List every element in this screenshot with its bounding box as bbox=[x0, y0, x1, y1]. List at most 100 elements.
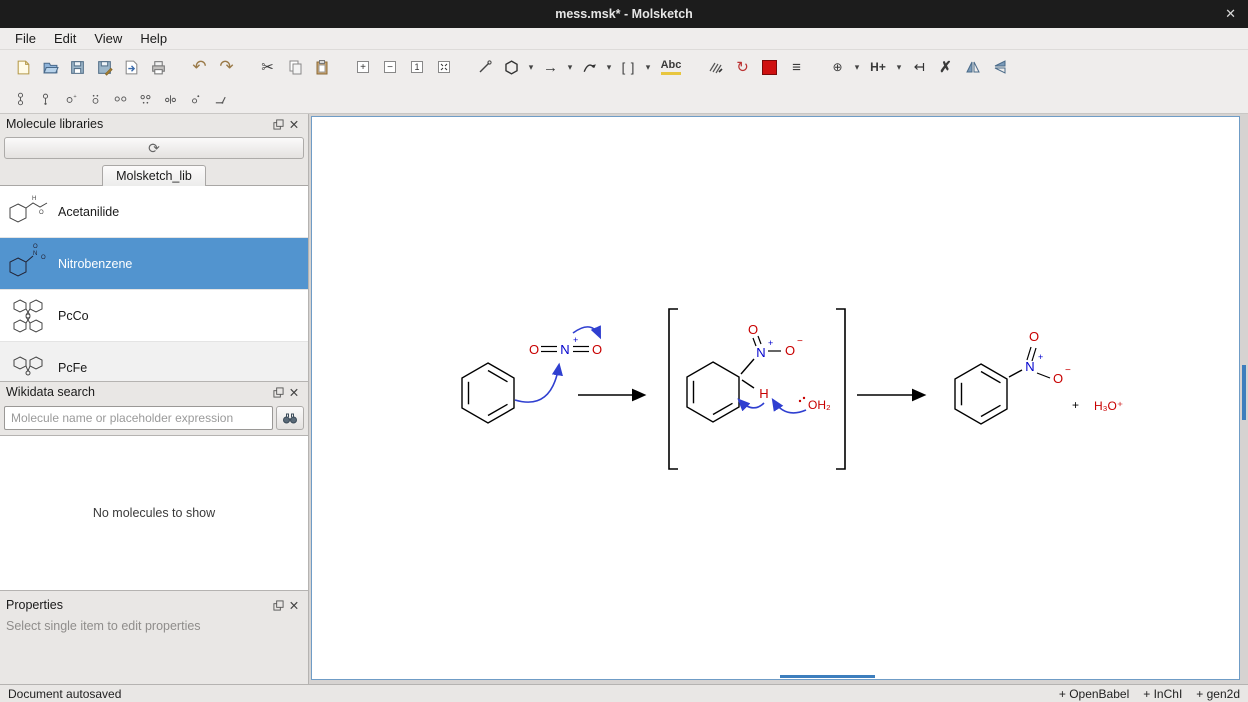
list-item-label: PcFe bbox=[58, 361, 87, 375]
color-button-icon[interactable] bbox=[756, 54, 783, 80]
radical-tool-icon[interactable] bbox=[183, 88, 208, 110]
close-dock-icon[interactable]: ✕ bbox=[286, 384, 302, 400]
svg-text:N: N bbox=[560, 342, 569, 357]
left-dock-area: Molecule libraries ✕ ⟳ Molsketch_lib HO … bbox=[0, 114, 309, 684]
svg-text:N: N bbox=[1025, 359, 1034, 374]
atom-dots-tool-icon[interactable] bbox=[133, 88, 158, 110]
binoculars-icon bbox=[282, 411, 298, 425]
zoom-in-icon[interactable]: + bbox=[349, 54, 376, 80]
mechanism-arrow[interactable] bbox=[773, 400, 806, 413]
svg-text:O: O bbox=[785, 343, 795, 358]
plugin-openbabel: + OpenBabel bbox=[1059, 687, 1129, 701]
delete-tool-icon[interactable]: ✗ bbox=[932, 54, 959, 80]
nitrobenzene-structure-icon: NOO bbox=[4, 240, 52, 288]
atom-chain-tool-icon[interactable] bbox=[33, 88, 58, 110]
molecule-libraries-header: Molecule libraries ✕ bbox=[0, 114, 308, 134]
list-item-pcco[interactable]: PcCo bbox=[0, 290, 308, 342]
atom-charge-tool-icon[interactable]: + bbox=[58, 88, 83, 110]
save-icon[interactable] bbox=[64, 54, 91, 80]
export-icon[interactable] bbox=[118, 54, 145, 80]
svg-text:1: 1 bbox=[414, 62, 419, 72]
draw-bond-icon[interactable] bbox=[471, 54, 498, 80]
two-atoms-tool-icon[interactable] bbox=[108, 88, 133, 110]
redo-icon[interactable]: ↷ bbox=[213, 54, 240, 80]
shift-tool-icon[interactable] bbox=[905, 54, 932, 80]
save-as-icon[interactable] bbox=[91, 54, 118, 80]
vertical-scrollbar-thumb[interactable] bbox=[1242, 365, 1246, 420]
zoom-original-icon[interactable]: 1 bbox=[403, 54, 430, 80]
svg-text:+: + bbox=[73, 94, 76, 100]
mechanism-arrow-dropdown-icon[interactable]: ▾ bbox=[603, 54, 615, 80]
horizontal-scrollbar-thumb[interactable] bbox=[780, 675, 875, 678]
window-close-icon[interactable]: ✕ bbox=[1225, 0, 1236, 28]
plus-sign: + bbox=[1072, 398, 1079, 412]
menu-file[interactable]: File bbox=[6, 29, 45, 48]
menu-view[interactable]: View bbox=[85, 29, 131, 48]
arenium-intermediate[interactable]: N + O O − H bbox=[687, 322, 803, 422]
no-molecules-text: No molecules to show bbox=[93, 506, 215, 520]
copy-icon[interactable] bbox=[281, 54, 308, 80]
list-item-nitrobenzene[interactable]: NOO Nitrobenzene bbox=[0, 238, 308, 290]
close-dock-icon[interactable]: ✕ bbox=[286, 597, 302, 613]
nitronium-ion[interactable]: O N O + bbox=[529, 335, 602, 357]
hydrogen-tool-icon[interactable]: H+ bbox=[863, 54, 893, 80]
charge-tool-icon[interactable]: ⊕ bbox=[824, 54, 851, 80]
flip-vertical-icon[interactable] bbox=[986, 54, 1013, 80]
cut-icon[interactable]: ✂ bbox=[254, 54, 281, 80]
nitrobenzene-product[interactable]: N + O O − bbox=[955, 329, 1071, 424]
svg-text:−: − bbox=[1065, 365, 1071, 376]
list-item-label: Acetanilide bbox=[58, 205, 119, 219]
refresh-library-button[interactable]: ⟳ bbox=[4, 137, 304, 159]
charge-tool-dropdown-icon[interactable]: ▾ bbox=[851, 54, 863, 80]
menu-help[interactable]: Help bbox=[131, 29, 176, 48]
float-dock-icon[interactable] bbox=[270, 597, 286, 613]
hatch-tool-icon[interactable] bbox=[702, 54, 729, 80]
water-molecule[interactable]: OH₂ bbox=[773, 397, 831, 413]
wikidata-search-header: Wikidata search ✕ bbox=[0, 382, 308, 402]
float-dock-icon[interactable] bbox=[270, 116, 286, 132]
drawing-canvas[interactable]: O N O + N bbox=[311, 116, 1240, 680]
plugin-inchi: + InChI bbox=[1143, 687, 1182, 701]
list-item-acetanilide[interactable]: HO Acetanilide bbox=[0, 186, 308, 238]
atom-pair-tool-icon[interactable] bbox=[8, 88, 33, 110]
ring-tool-icon[interactable] bbox=[498, 54, 525, 80]
close-dock-icon[interactable]: ✕ bbox=[286, 116, 302, 132]
mechanism-arrow[interactable] bbox=[515, 365, 559, 402]
reaction-arrow-tool-icon[interactable]: → bbox=[537, 54, 564, 80]
hydrogen-tool-dropdown-icon[interactable]: ▾ bbox=[893, 54, 905, 80]
undo-icon[interactable]: ↶ bbox=[186, 54, 213, 80]
new-document-icon[interactable] bbox=[10, 54, 37, 80]
search-button[interactable] bbox=[276, 406, 304, 430]
tab-molsketch-lib[interactable]: Molsketch_lib bbox=[102, 165, 206, 186]
bond-split-tool-icon[interactable] bbox=[158, 88, 183, 110]
float-dock-icon[interactable] bbox=[270, 384, 286, 400]
molecule-search-input[interactable] bbox=[4, 406, 273, 430]
pcfe-structure-icon bbox=[4, 344, 52, 383]
mechanism-arrow[interactable] bbox=[739, 400, 764, 408]
title-bar: mess.msk* - Molsketch ✕ bbox=[0, 0, 1248, 28]
open-file-icon[interactable] bbox=[37, 54, 64, 80]
benzene-molecule[interactable] bbox=[462, 363, 514, 423]
rotate-tool-icon[interactable]: ↻ bbox=[729, 54, 756, 80]
properties-hint: Select single item to edit properties bbox=[0, 615, 308, 637]
hydronium-ion[interactable]: H₃O⁺ bbox=[1094, 399, 1123, 413]
lone-pair-tool-icon[interactable] bbox=[83, 88, 108, 110]
mechanism-arrow-tool-icon[interactable] bbox=[576, 54, 603, 80]
zoom-fit-icon[interactable] bbox=[430, 54, 457, 80]
flip-horizontal-icon[interactable] bbox=[959, 54, 986, 80]
menu-edit[interactable]: Edit bbox=[45, 29, 85, 48]
bracket-tool-dropdown-icon[interactable]: ▾ bbox=[642, 54, 654, 80]
print-icon[interactable] bbox=[145, 54, 172, 80]
menu-bar: File Edit View Help bbox=[0, 28, 1248, 50]
ring-tool-dropdown-icon[interactable]: ▾ bbox=[525, 54, 537, 80]
list-item-pcfe[interactable]: PcFe bbox=[0, 342, 308, 382]
paste-icon[interactable] bbox=[308, 54, 335, 80]
reaction-arrow-dropdown-icon[interactable]: ▾ bbox=[564, 54, 576, 80]
text-tool-icon[interactable]: Abc bbox=[654, 54, 688, 80]
line-width-icon[interactable]: ≡ bbox=[783, 54, 810, 80]
bond-angle-tool-icon[interactable] bbox=[208, 88, 233, 110]
svg-text:O: O bbox=[39, 210, 44, 216]
wikidata-results-area: No molecules to show bbox=[0, 435, 308, 591]
bracket-tool-icon[interactable]: [ ] bbox=[615, 54, 642, 80]
zoom-out-icon[interactable]: − bbox=[376, 54, 403, 80]
